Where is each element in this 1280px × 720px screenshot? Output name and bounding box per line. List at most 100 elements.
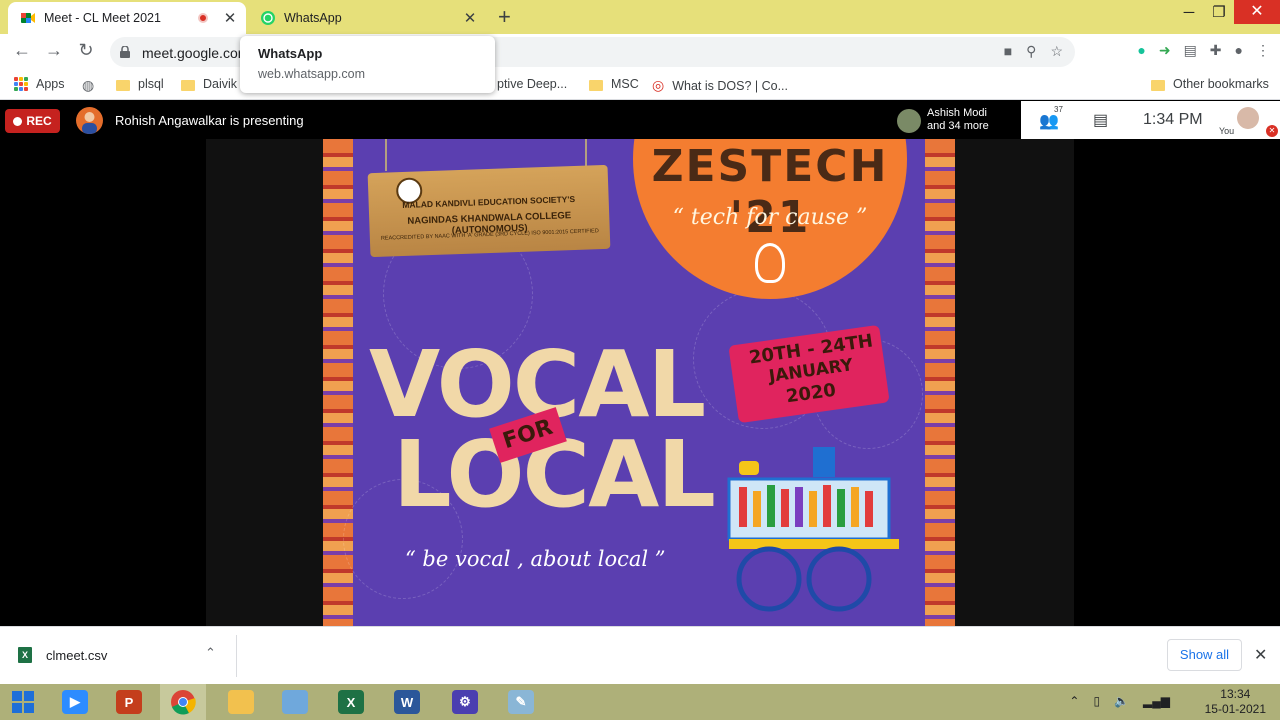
participant-more: and 34 more [927, 120, 989, 132]
close-icon[interactable]: ✕ [1254, 645, 1267, 665]
bookmark-star-icon[interactable]: ☆ [1050, 43, 1063, 60]
settings-icon: ⚙ [452, 690, 478, 714]
tab-search-icon[interactable]: ▤ [1184, 42, 1197, 59]
excel-icon: X [338, 690, 364, 714]
clock-date: 15-01-2021 [1204, 702, 1266, 716]
whatsapp-icon [260, 10, 276, 26]
folder-icon [116, 79, 130, 91]
minimize-button[interactable]: ─ [1174, 2, 1204, 24]
taskbar-notepad[interactable] [272, 684, 318, 720]
event-poster: MALAD KANDIVLI EDUCATION SOCIETY'S NAGIN… [323, 139, 955, 626]
taskbar-file-explorer[interactable] [218, 684, 264, 720]
excel-file-icon: X [18, 647, 32, 663]
site-icon: ◎ [652, 77, 665, 93]
bookmark-plsql[interactable]: plsql [116, 77, 164, 91]
taskbar-powerpoint[interactable]: P [106, 684, 152, 720]
folder-icon [589, 79, 603, 91]
tab-hover-card: WhatsApp web.whatsapp.com [240, 36, 495, 93]
apps-grid-icon [14, 77, 28, 91]
back-icon[interactable]: ← [10, 40, 34, 61]
meet-top-bar: REC Rohish Angawalkar is presenting Ashi… [0, 101, 1280, 139]
system-clock[interactable]: 13:34 15-01-2021 [1205, 687, 1266, 717]
menu-kebab-icon[interactable]: ⋮ [1256, 42, 1270, 59]
battery-icon[interactable]: ▯ [1093, 694, 1100, 708]
start-icon [12, 691, 34, 713]
close-window-button[interactable]: ✕ [1234, 0, 1280, 24]
sign-rope [385, 139, 387, 171]
bookmark-what-is-dos[interactable]: ◎ What is DOS? | Co... [652, 77, 788, 94]
taskbar-word[interactable]: W [384, 684, 430, 720]
bookmark-label: What is DOS? | Co... [672, 78, 788, 93]
divider [236, 635, 237, 677]
restore-button[interactable]: ❐ [1204, 2, 1234, 24]
forward-icon[interactable]: → [42, 40, 66, 61]
tab-whatsapp[interactable]: WhatsApp ✕ [248, 2, 486, 34]
windows-taskbar: ▶ P X W ⚙ ✎ ⌃ ▯ 🔈 ▂▄▆ 13:34 15-01-2021 [0, 684, 1280, 720]
volume-icon[interactable]: 🔈 [1114, 694, 1129, 708]
taskbar-zoom[interactable]: ▶ [52, 684, 98, 720]
bookmark-label: Apps [36, 77, 65, 91]
poster-border-right [925, 139, 955, 626]
folder-icon [181, 79, 195, 91]
tab-title: WhatsApp [284, 11, 342, 25]
word-icon: W [394, 690, 420, 714]
new-tab-button[interactable]: + [498, 4, 511, 30]
chrome-icon [171, 690, 196, 715]
meeting-clock: 1:34 PM [1143, 111, 1203, 128]
show-hidden-icons-icon[interactable]: ⌃ [1069, 694, 1079, 708]
record-dot-icon [13, 116, 23, 126]
people-icon[interactable]: 👥 [1039, 111, 1059, 131]
participant-summary: Ashish Modi and 34 more [927, 107, 989, 133]
rec-label: REC [26, 114, 52, 128]
bookmark-adaptive-deep[interactable]: ptive Deep... [497, 77, 567, 91]
mic-off-icon: ✕ [1266, 125, 1278, 137]
bookmark-globe[interactable]: ◍ [82, 77, 94, 94]
presenter-avatar [76, 107, 103, 134]
extensions-puzzle-icon[interactable]: ✚ [1210, 42, 1222, 59]
show-all-button[interactable]: Show all [1167, 639, 1242, 671]
college-sign: MALAD KANDIVLI EDUCATION SOCIETY'S NAGIN… [367, 164, 611, 258]
taskbar-excel[interactable]: X [328, 684, 374, 720]
bookmark-label: MSC [611, 77, 639, 91]
bookmark-label: plsql [138, 77, 164, 91]
profile-avatar-icon[interactable]: ● [1235, 42, 1243, 59]
presentation-stage: MALAD KANDIVLI EDUCATION SOCIETY'S NAGIN… [0, 139, 1280, 626]
tab-strip: Meet - CL Meet 2021 ✕ WhatsApp ✕ + ─ ❐ ✕ [0, 0, 1280, 34]
event-tagline: “ tech for cause ” [672, 205, 868, 230]
poster-slogan: “ be vocal , about local ” [405, 547, 666, 571]
taskbar-settings[interactable]: ⚙ [442, 684, 488, 720]
start-button[interactable] [0, 684, 46, 720]
zoom-icon[interactable]: ⚲ [1026, 43, 1036, 60]
bookmark-msc[interactable]: MSC [589, 77, 639, 91]
hover-card-url: web.whatsapp.com [258, 67, 366, 81]
chevron-up-icon[interactable]: ⌃ [205, 645, 216, 661]
network-icon[interactable]: ▂▄▆ [1143, 694, 1170, 708]
omnibox-actions: ■ ⚲ ☆ [1004, 43, 1063, 60]
tab-meet[interactable]: Meet - CL Meet 2021 ✕ [8, 2, 246, 34]
extension-icons: ● ➜ ▤ ✚ ● ⋮ [1137, 42, 1270, 59]
notepad-icon [282, 690, 308, 714]
other-bookmarks[interactable]: Other bookmarks [1151, 77, 1269, 91]
bookmark-label: ptive Deep... [497, 77, 568, 91]
camera-icon[interactable]: ■ [1004, 43, 1012, 60]
reload-icon[interactable]: ↻ [74, 40, 98, 61]
close-tab-icon[interactable]: ✕ [220, 9, 240, 27]
grammarly-icon[interactable]: ● [1137, 42, 1145, 59]
bookmark-apps[interactable]: Apps [14, 77, 65, 91]
recording-badge: REC [5, 109, 60, 133]
file-explorer-icon [228, 690, 254, 714]
extension-arrow-icon[interactable]: ➜ [1159, 42, 1171, 59]
self-label: You [1219, 126, 1235, 136]
participant-name: Ashish Modi [927, 107, 987, 119]
self-avatar[interactable] [1237, 107, 1259, 129]
google-meet-icon [20, 10, 36, 26]
bookmark-daivik[interactable]: Daivik [181, 77, 237, 91]
taskbar-paint[interactable]: ✎ [498, 684, 544, 720]
url-text: meet.google.com [142, 45, 250, 61]
bookmark-label: Daivik [203, 77, 238, 91]
download-item[interactable]: X clmeet.csv [18, 647, 107, 663]
bookmarks-bar: Apps ◍ plsql Daivik ptive Deep... MSC ◎ … [0, 70, 1280, 100]
close-tab-icon[interactable]: ✕ [460, 9, 480, 27]
chat-icon[interactable]: ▤ [1093, 110, 1108, 130]
taskbar-chrome[interactable] [160, 684, 206, 720]
